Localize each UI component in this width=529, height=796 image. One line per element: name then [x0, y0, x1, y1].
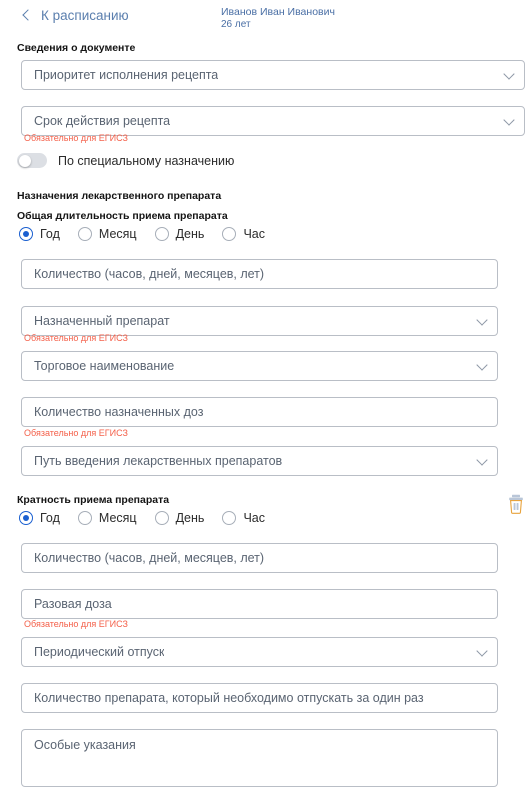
chevron-down-icon: [503, 68, 515, 80]
single-dose-error-text: Обязательно для ЕГИСЗ: [24, 619, 128, 629]
special-notes-textarea[interactable]: Особые указания: [21, 729, 498, 787]
section-title-total-duration: Общая длительность приема препарата: [17, 210, 228, 222]
special-notes-placeholder: Особые указания: [34, 738, 136, 752]
page-header: К расписанию Иванов Иван Иванович 26 лет: [0, 0, 529, 36]
delete-prescription-button[interactable]: [507, 494, 525, 514]
radio-circle-icon[interactable]: [77, 511, 92, 525]
section-title-prescriptions: Назначения лекарственного препарата: [17, 190, 222, 202]
prescription-form-page: К расписанию Иванов Иван Иванович 26 лет…: [0, 0, 529, 787]
radio-option-chas[interactable]: Час: [222, 227, 265, 241]
radio-option-mesyac[interactable]: Месяц: [77, 227, 137, 241]
doses-count-input[interactable]: Количество назначенных доз: [21, 397, 498, 427]
priority-select[interactable]: Приоритет исполнения рецепта: [21, 60, 525, 90]
single-dose-input[interactable]: Разовая доза: [21, 589, 498, 619]
radio-option-god[interactable]: Год: [19, 227, 60, 241]
assigned-drug-select[interactable]: Назначенный препарат: [21, 306, 498, 336]
radio-label: Месяц: [98, 227, 137, 241]
trade-name-select[interactable]: Торговое наименование: [21, 351, 498, 381]
frequency-amount-input[interactable]: Количество (часов, дней, месяцев, лет): [21, 543, 498, 573]
validity-select-placeholder: Срок действия рецепта: [34, 114, 171, 128]
trade-name-placeholder: Торговое наименование: [34, 359, 175, 373]
assigned-drug-error-text: Обязательно для ЕГИСЗ: [24, 333, 128, 343]
radio-circle-icon[interactable]: [154, 511, 169, 525]
frequency-radio-group[interactable]: Год Месяц День Час: [19, 511, 265, 525]
admin-route-select[interactable]: Путь введения лекарственных препаратов: [21, 446, 498, 476]
chevron-down-icon: [476, 454, 488, 466]
frequency-radio-option-god[interactable]: Год: [19, 511, 60, 525]
priority-select-placeholder: Приоритет исполнения рецепта: [34, 68, 219, 82]
trash-icon: [509, 494, 523, 514]
dispense-type-select[interactable]: Периодический отпуск: [21, 637, 498, 667]
radio-circle-icon[interactable]: [77, 227, 92, 241]
patient-info[interactable]: Иванов Иван Иванович 26 лет: [221, 6, 335, 32]
special-purpose-toggle[interactable]: [17, 153, 47, 168]
duration-amount-input[interactable]: Количество (часов, дней, месяцев, лет): [21, 259, 498, 289]
dispense-type-placeholder: Периодический отпуск: [34, 645, 165, 659]
radio-circle-icon[interactable]: [222, 227, 237, 241]
radio-label: День: [175, 511, 205, 525]
special-purpose-toggle-label: По специальному назначению: [58, 153, 235, 168]
radio-label: Год: [40, 511, 60, 525]
single-dose-placeholder: Разовая доза: [34, 597, 112, 611]
assigned-drug-placeholder: Назначенный препарат: [34, 314, 170, 328]
frequency-radio-option-chas[interactable]: Час: [222, 511, 265, 525]
radio-label: Год: [40, 227, 60, 241]
radio-circle-icon[interactable]: [19, 227, 33, 241]
frequency-radio-option-den[interactable]: День: [154, 511, 205, 525]
toggle-knob: [18, 154, 31, 167]
dispense-amount-placeholder: Количество препарата, который необходимо…: [34, 691, 424, 705]
frequency-radio-option-mesyac[interactable]: Месяц: [77, 511, 137, 525]
dispense-amount-input[interactable]: Количество препарата, который необходимо…: [21, 683, 498, 713]
special-purpose-toggle-row[interactable]: По специальному назначению: [17, 153, 234, 168]
radio-circle-icon[interactable]: [19, 511, 33, 525]
frequency-amount-placeholder: Количество (часов, дней, месяцев, лет): [34, 551, 265, 565]
chevron-down-icon: [476, 359, 488, 371]
validity-select[interactable]: Срок действия рецепта: [21, 106, 525, 136]
chevron-left-icon: [22, 9, 34, 21]
back-to-schedule-link[interactable]: К расписанию: [22, 8, 129, 23]
duration-amount-placeholder: Количество (часов, дней, месяцев, лет): [34, 267, 265, 281]
doses-count-error-text: Обязательно для ЕГИСЗ: [24, 428, 128, 438]
chevron-down-icon: [476, 314, 488, 326]
radio-circle-icon[interactable]: [222, 511, 237, 525]
validity-error-text: Обязательно для ЕГИСЗ: [24, 133, 128, 143]
radio-label: Месяц: [98, 511, 137, 525]
chevron-down-icon: [503, 114, 515, 126]
radio-option-den[interactable]: День: [154, 227, 205, 241]
radio-circle-icon[interactable]: [154, 227, 169, 241]
radio-label: День: [175, 227, 205, 241]
section-title-frequency: Кратность приема препарата: [17, 494, 170, 506]
patient-age: 26 лет: [221, 19, 251, 31]
section-title-document-info: Сведения о документе: [17, 42, 136, 54]
radio-label: Час: [243, 511, 265, 525]
total-duration-radio-group[interactable]: Год Месяц День Час: [19, 227, 265, 241]
admin-route-placeholder: Путь введения лекарственных препаратов: [34, 454, 283, 468]
back-link-label: К расписанию: [41, 8, 129, 23]
chevron-down-icon: [476, 645, 488, 657]
radio-label: Час: [243, 227, 265, 241]
doses-count-placeholder: Количество назначенных доз: [34, 405, 204, 419]
patient-name: Иванов Иван Иванович: [221, 6, 335, 18]
